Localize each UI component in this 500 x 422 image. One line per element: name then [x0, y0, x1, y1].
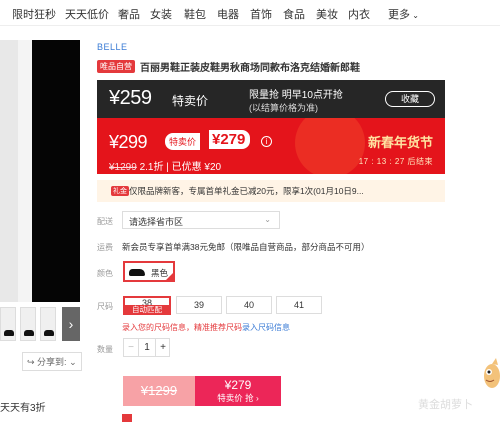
share-icon: ↪ — [27, 357, 38, 367]
banner-decoration — [295, 118, 365, 174]
size-option-41[interactable]: 41 — [276, 296, 322, 314]
size-option-39[interactable]: 39 — [176, 296, 222, 314]
nav-item-beauty[interactable]: 美妆 — [316, 6, 338, 22]
thumbnail[interactable] — [20, 307, 36, 341]
size-recommend-link[interactable]: 录入您的尺码信息，精准推荐尺码 — [122, 323, 242, 332]
size-option-label: 40 — [243, 300, 254, 310]
size-option-40[interactable]: 40 — [226, 296, 272, 314]
nav-item-underwear[interactable]: 内衣 — [348, 6, 370, 22]
nav-item-daily-low[interactable]: 天天低价 — [65, 6, 109, 22]
nav-item-food[interactable]: 食品 — [283, 6, 305, 22]
flash-price-type: 特卖价 — [172, 94, 209, 108]
festival-title: 新春年货节 — [367, 135, 433, 150]
product-main-image[interactable] — [0, 40, 80, 302]
special-price-value: ¥279 — [209, 130, 251, 149]
nav-item-women[interactable]: 女装 — [150, 6, 172, 22]
gift-text: 仅限品牌新客，专属首单礼金已减20元，限享1次(01月10日9... — [129, 186, 364, 196]
buy-bar: ¥1299 ¥279 特卖价 抢 › — [123, 376, 281, 406]
nav-more-label: 更多 — [388, 9, 410, 21]
nav-item-more[interactable]: 更多 ⌄ — [388, 6, 419, 22]
quantity-increase-button[interactable]: + — [155, 339, 170, 356]
chevron-down-icon: ⌄ — [66, 357, 77, 367]
size-info-links: 录入您的尺码信息，精准推荐尺码录入尺码信息 — [122, 322, 290, 333]
thumbnail[interactable] — [40, 307, 56, 341]
flash-note: (以结算价格为准) — [249, 103, 318, 113]
watermark: 黄金胡萝卜 — [418, 399, 473, 411]
quantity-decrease-button[interactable]: − — [124, 339, 139, 356]
daily-discount-text: 天天有3折 — [0, 403, 46, 414]
nav-item-luxury[interactable]: 奢品 — [118, 6, 140, 22]
flash-schedule: 限量抢 明早10点开抢 — [249, 90, 343, 101]
buy-now-button[interactable]: ¥279 特卖价 抢 › — [195, 376, 281, 406]
region-select-value: 请选择省市区 — [129, 217, 184, 227]
size-label: 尺码 — [97, 302, 113, 311]
price-summary: ¥1299 2.1折 | 已优惠 ¥20 — [109, 158, 221, 173]
mascot-icon[interactable] — [478, 356, 500, 390]
share-label: 分享到: — [37, 357, 67, 367]
shipping-label: 运费 — [97, 243, 113, 252]
sale-price: ¥299 — [109, 132, 148, 152]
color-label: 颜色 — [97, 269, 113, 278]
quantity-stepper: − 1 + — [123, 338, 170, 357]
shoe-thumbnail-icon — [4, 330, 14, 336]
shoe-swatch-icon — [129, 269, 145, 276]
delivery-label: 配送 — [97, 217, 113, 226]
flash-sale-banner: ¥259 特卖价 限量抢 明早10点开抢 (以结算价格为准) 收藏 — [97, 80, 445, 118]
original-price: ¥1299 — [109, 162, 137, 173]
nav-item-shoes-bags[interactable]: 鞋包 — [184, 6, 206, 22]
chevron-right-icon[interactable]: › — [62, 307, 80, 341]
image-background — [18, 40, 32, 302]
self-operated-badge: 唯品自营 — [97, 60, 135, 73]
nav-item-electronics[interactable]: 电器 — [217, 6, 239, 22]
nav-item-flash[interactable]: 限时狂秒 — [12, 6, 56, 22]
color-option-black[interactable]: 黑色 — [123, 261, 175, 282]
buy-price: ¥279 — [224, 378, 252, 392]
image-background — [0, 40, 18, 302]
info-icon[interactable]: i — [261, 136, 272, 147]
size-entry-link[interactable]: 录入尺码信息 — [242, 323, 290, 332]
top-nav: 限时狂秒 天天低价 奢品 女装 鞋包 电器 首饰 食品 美妆 内衣 更多 ⌄ — [0, 0, 500, 26]
gift-notice: 礼金 仅限品牌新客，专属首单礼金已减20元，限享1次(01月10日9... — [97, 180, 445, 202]
thumbnail[interactable] — [0, 307, 16, 341]
gift-badge: 礼金 — [111, 186, 129, 196]
nav-item-jewelry[interactable]: 首饰 — [250, 6, 272, 22]
flash-price: ¥259 — [109, 87, 152, 109]
shoe-thumbnail-icon — [44, 330, 54, 336]
quantity-label: 数量 — [97, 345, 113, 354]
shipping-info: 新会员专享首单满38元免邮（限唯品自营商品，部分商品不可用） — [122, 242, 370, 252]
region-select[interactable]: 请选择省市区 ⌄ — [122, 211, 280, 229]
favorite-button[interactable]: 收藏 — [385, 91, 435, 107]
quantity-value[interactable]: 1 — [139, 339, 155, 356]
size-option-label: 39 — [193, 300, 204, 310]
special-price-tag: 特卖价 — [165, 133, 201, 150]
bottom-indicator — [122, 414, 132, 422]
product-title: 百丽男鞋正装皮鞋男秋商场同款布洛克结婚新郎鞋 — [140, 63, 360, 74]
auto-match-badge: 自动匹配 — [123, 305, 171, 315]
selected-check-icon — [165, 272, 174, 281]
size-option-label: 41 — [293, 300, 304, 310]
buy-cta-label: 特卖价 抢 › — [217, 393, 259, 403]
chevron-down-icon: ⌄ — [264, 215, 271, 224]
countdown-timer: 17 : 13 : 27 后结束 — [358, 157, 433, 166]
sale-price-banner: ¥299 特卖价 ¥279 i ¥1299 2.1折 | 已优惠 ¥20 新春年… — [97, 118, 445, 174]
discount-info: 2.1折 | 已优惠 ¥20 — [139, 162, 222, 173]
brand-name[interactable]: BELLE — [97, 42, 128, 52]
shoe-thumbnail-icon — [24, 330, 34, 336]
share-button[interactable]: ↪ 分享到: ⌄ — [22, 352, 82, 371]
chevron-down-icon: ⌄ — [410, 11, 419, 20]
original-price-button[interactable]: ¥1299 — [123, 376, 195, 406]
